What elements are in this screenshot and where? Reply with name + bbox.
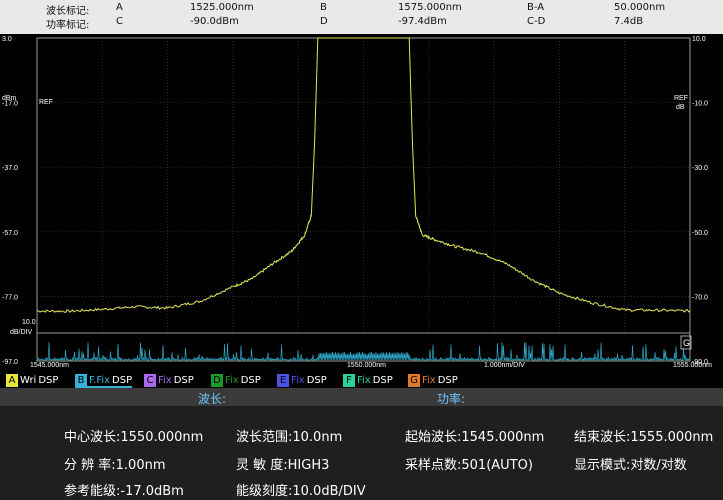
x-div-label: 1.000nm/DIV — [484, 362, 525, 369]
wavelength-marker-label: 波长标记: — [46, 6, 90, 17]
channel-mode: Fix — [158, 374, 172, 386]
y-right-tick-label: -70.0 — [692, 294, 708, 301]
y-right-tick-label: -10.0 — [692, 101, 708, 108]
x-start-label: 1545.000nm — [30, 362, 69, 369]
param-level-scale[interactable]: 能级刻度:10.0dB/DIV — [236, 480, 366, 499]
param-start-wavelength[interactable]: 起始波长:1545.000nm — [405, 426, 544, 445]
param-reference-level[interactable]: 参考能级:-17.0dBm — [64, 480, 184, 499]
y-left-tick-label: -57.0 — [2, 230, 18, 237]
ref-left-label: REF — [39, 99, 53, 106]
x-center-label: 1550.000nm — [347, 362, 386, 369]
tab-power[interactable]: 功率: — [437, 390, 465, 407]
ref-right-unit: dB — [676, 104, 685, 111]
param-sampling-points[interactable]: 采样点数:501(AUTO) — [405, 454, 533, 473]
channel-f[interactable]: F Fix DSP — [343, 372, 393, 388]
tab-wavelength[interactable]: 波长: — [198, 390, 226, 407]
param-display-mode[interactable]: 显示模式:对数/对数 — [574, 454, 687, 473]
channel-display-state: DSP — [240, 374, 261, 386]
channel-e[interactable]: E Fix DSP — [277, 372, 327, 388]
y-right-tick-label: -30.0 — [692, 165, 708, 172]
parameter-panel: 中心波长:1550.000nm 波长范围:10.0nm 起始波长:1545.00… — [0, 406, 723, 500]
y-left-tick-label: 3.0 — [2, 36, 12, 43]
channel-key: F — [343, 373, 355, 387]
channel-display-state: DSP — [437, 374, 458, 386]
channel-g[interactable]: G Fix DSP — [408, 372, 458, 388]
plot-grid — [37, 38, 690, 333]
channel-b[interactable]: B F.Fix DSP — [75, 372, 133, 388]
scale-unit-left: dB/DIV — [10, 329, 33, 336]
param-stop-wavelength[interactable]: 结束波长:1555.000nm — [574, 426, 713, 445]
y-axis-right-ticks: 10.0-10.0-30.0-50.0-70.0-90.0 — [692, 36, 708, 366]
y-left-tick-label: -97.0 — [2, 359, 18, 366]
y-left-tick-label: -37.0 — [2, 165, 18, 172]
section-tabs: 波长: 功率: — [0, 388, 723, 406]
param-sensitivity[interactable]: 灵 敏 度:HIGH3 — [236, 454, 329, 473]
marker-ba-key: B-A — [527, 2, 545, 13]
power-marker-label: 功率标记: — [46, 20, 90, 31]
channel-display-state: DSP — [112, 374, 133, 386]
channel-display-state: DSP — [38, 374, 59, 386]
trace-channel-bar: A Wri DSP B F.Fix DSP C Fix DSP D Fix DSP E Fix DSP F Fi… — [0, 372, 723, 388]
channel-d[interactable]: D Fix DSP — [211, 372, 261, 388]
channel-mode: Fix — [357, 374, 371, 386]
channel-display-state: DSP — [372, 374, 393, 386]
channel-c[interactable]: C Fix DSP — [144, 372, 194, 388]
ref-right-label: REF — [674, 95, 688, 102]
marker-b-key: B — [320, 2, 327, 13]
channel-box-label: G — [683, 338, 690, 348]
marker-d-value: -97.4dBm — [398, 16, 447, 27]
channel-display-state: DSP — [173, 374, 194, 386]
marker-a-value: 1525.000nm — [190, 2, 254, 13]
channel-key: B — [75, 373, 87, 387]
channel-key: E — [277, 373, 289, 387]
param-span[interactable]: 波长范围:10.0nm — [236, 426, 342, 445]
channel-key: C — [144, 373, 156, 387]
y-right-tick-label: -50.0 — [692, 230, 708, 237]
spectrum-plot-area[interactable]: 3.0 -17.0 -37.0 -57.0 -77.0 -97.0 10.0 -10.0 -3… — [0, 34, 723, 372]
marker-a-key: A — [116, 2, 123, 13]
trace-b-line — [36, 342, 691, 362]
noise-strip-trace — [36, 342, 691, 362]
channel-key: D — [211, 373, 223, 387]
marker-b-value: 1575.000nm — [398, 2, 462, 13]
channel-mode: Fix — [422, 374, 436, 386]
scale-label-left: 10.0 — [22, 319, 36, 326]
marker-cd-value: 7.4dB — [614, 16, 644, 27]
marker-cd-key: C-D — [527, 16, 546, 27]
param-resolution[interactable]: 分 辨 率:1.00nm — [64, 454, 166, 473]
param-center-wavelength[interactable]: 中心波长:1550.000nm — [64, 426, 203, 445]
marker-info-bar: 波长标记: A 1525.000nm B 1575.000nm B-A 50.0… — [0, 0, 723, 34]
marker-d-key: D — [320, 16, 328, 27]
channel-mode: F.Fix — [89, 374, 111, 386]
x-stop-label: 1555.000nm — [673, 362, 712, 369]
channel-mode: Fix — [291, 374, 305, 386]
channel-mode: Fix — [225, 374, 239, 386]
channel-display-state: DSP — [306, 374, 327, 386]
channel-key: G — [408, 373, 420, 387]
channel-key: A — [6, 373, 18, 387]
ref-left-unit: dBm — [2, 95, 17, 102]
trace-a-line — [36, 37, 691, 313]
channel-a[interactable]: A Wri DSP — [6, 372, 58, 388]
marker-c-key: C — [116, 16, 123, 27]
marker-c-value: -90.0dBm — [190, 16, 239, 27]
marker-ba-value: 50.000nm — [614, 2, 666, 13]
y-right-tick-label: 10.0 — [692, 36, 706, 43]
spectrum-chart[interactable]: 3.0-17.0-37.0-57.0-77.0-97.0 10.0-10.0-3… — [0, 34, 723, 372]
power-marker-row: 功率标记: C -90.0dBm D -97.4dBm C-D 7.4dB — [0, 16, 723, 32]
y-left-tick-label: -77.0 — [2, 294, 18, 301]
y-axis-left-ticks: 3.0-17.0-37.0-57.0-77.0-97.0 — [2, 36, 18, 366]
channel-mode: Wri — [20, 374, 37, 386]
